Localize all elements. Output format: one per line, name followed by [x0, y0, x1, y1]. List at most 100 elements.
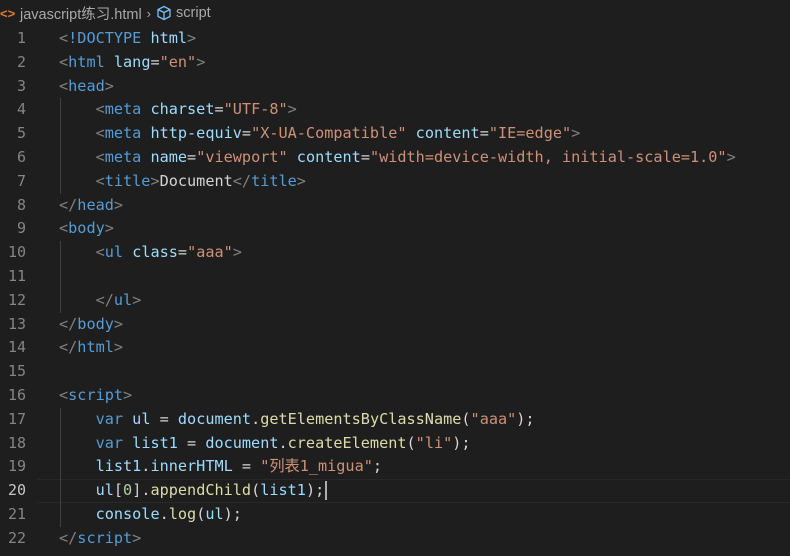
- code-token: ul: [104, 243, 124, 262]
- code-token: >: [726, 147, 736, 166]
- code-text: <ul class="aaa">: [59, 241, 242, 265]
- code-token: >: [187, 29, 197, 47]
- code-token: =: [214, 100, 224, 119]
- code-token: "aaa": [470, 409, 517, 428]
- code-token: name: [150, 147, 188, 166]
- line-number: 12: [7, 290, 26, 309]
- code-token: >: [232, 243, 242, 262]
- code-token: ul: [132, 409, 151, 428]
- code-line[interactable]: 5 <meta http-equiv="X-UA-Compatible" con…: [0, 122, 790, 146]
- code-token: lang: [113, 52, 151, 71]
- code-token: .: [251, 409, 261, 428]
- code-token: =: [187, 147, 197, 166]
- code-token: html: [68, 52, 105, 71]
- code-token: meta: [104, 147, 142, 166]
- text-cursor: [325, 481, 328, 501]
- code-line[interactable]: 9 <body>: [0, 217, 790, 241]
- line-number: 16: [7, 385, 26, 404]
- line-number: 11: [7, 266, 26, 285]
- code-token: list1: [260, 481, 306, 500]
- code-token: <: [59, 29, 69, 47]
- code-token: <: [59, 76, 69, 95]
- line-number: 22: [7, 528, 26, 547]
- code-token: http-equiv: [150, 124, 242, 143]
- code-line[interactable]: 3 <head>: [0, 75, 790, 99]
- code-token: >: [113, 338, 124, 357]
- code-line[interactable]: 15: [0, 360, 790, 384]
- code-token: );: [223, 504, 242, 523]
- code-token: head: [68, 76, 105, 95]
- code-token: body: [68, 219, 105, 238]
- line-number: 20: [7, 481, 26, 500]
- line-number: 9: [16, 219, 26, 238]
- code-text: list1.innerHTML = "列表1_migua";: [59, 455, 382, 479]
- code-text: <!DOCTYPE html>: [59, 27, 196, 51]
- code-line[interactable]: 14 </html>: [0, 336, 790, 360]
- code-token: document: [205, 433, 279, 452]
- code-line[interactable]: 18 var list1 = document.createElement("l…: [0, 432, 790, 456]
- line-number: 19: [7, 457, 26, 476]
- code-token: .: [159, 504, 169, 523]
- code-text: </body>: [59, 313, 123, 337]
- code-editor[interactable]: 1 <!DOCTYPE html> 2 <html lang="en"> 3 <head>…: [0, 27, 790, 551]
- code-token: =: [150, 52, 160, 71]
- code-text: var ul = document.getElementsByClassName…: [59, 408, 535, 432]
- code-token: =: [360, 147, 370, 166]
- code-line[interactable]: 1 <!DOCTYPE html>: [0, 27, 790, 51]
- line-number: 2: [16, 52, 26, 71]
- code-line[interactable]: 19 list1.innerHTML = "列表1_migua";: [0, 455, 790, 479]
- breadcrumb-symbol-name[interactable]: script: [176, 5, 211, 21]
- code-token: list1: [132, 433, 178, 452]
- code-line[interactable]: 21 console.log(ul);: [0, 503, 790, 527]
- code-token: script: [68, 385, 124, 404]
- code-text: </ul>: [59, 289, 142, 313]
- code-line[interactable]: 12 </ul>: [0, 289, 790, 313]
- code-line[interactable]: 13 </body>: [0, 313, 790, 337]
- code-token: =: [150, 409, 178, 428]
- code-line[interactable]: 22 </script>: [0, 527, 790, 551]
- code-line[interactable]: 2 <html lang="en">: [0, 51, 790, 75]
- code-text: <meta charset="UTF-8">: [59, 98, 297, 122]
- code-line[interactable]: 8 </head>: [0, 194, 790, 218]
- code-token: log: [168, 504, 197, 523]
- code-token: );: [305, 481, 325, 500]
- line-number: 4: [16, 100, 26, 119]
- code-token: charset: [150, 100, 215, 119]
- code-token: >: [196, 52, 206, 71]
- indent-guide: [60, 241, 61, 313]
- code-token: body: [77, 314, 114, 333]
- line-number: 10: [7, 243, 26, 262]
- code-token: "aaa": [187, 243, 233, 262]
- code-text: <script>: [59, 384, 132, 408]
- code-token: "列表1_migua": [260, 457, 373, 476]
- code-line[interactable]: 11: [0, 265, 790, 289]
- code-line[interactable]: 4 <meta charset="UTF-8">: [0, 98, 790, 122]
- indent-guide: [60, 407, 61, 527]
- breadcrumb-file-name[interactable]: javascript练习.html: [20, 3, 142, 24]
- code-line[interactable]: 20 ul[0].appendChild(list1);: [0, 479, 790, 503]
- line-number: 8: [16, 195, 26, 214]
- code-line[interactable]: 7 <title>Document</title>: [0, 170, 790, 194]
- code-line[interactable]: 16 <script>: [0, 384, 790, 408]
- code-line[interactable]: 6 <meta name="viewport" content="width=d…: [0, 146, 790, 170]
- code-text: <html lang="en">: [59, 51, 205, 75]
- code-token: >: [132, 528, 142, 547]
- code-token: "X-UA-Compatible": [251, 124, 407, 143]
- code-token: innerHTML: [150, 457, 233, 476]
- code-token: head: [77, 195, 114, 214]
- code-token: =: [479, 124, 489, 143]
- code-line[interactable]: 17 var ul = document.getElementsByClassN…: [0, 408, 790, 432]
- code-token: >: [113, 314, 124, 333]
- html-file-icon: <>: [0, 5, 16, 21]
- code-token: content: [296, 147, 361, 166]
- line-number: 1: [16, 29, 26, 47]
- code-line[interactable]: 10 <ul class="aaa">: [0, 241, 790, 265]
- cube-symbol-icon: [156, 5, 172, 21]
- code-token: "width=device-width, initial-scale=1.0": [369, 147, 727, 166]
- line-number: 21: [7, 504, 26, 523]
- line-number: 13: [7, 314, 26, 333]
